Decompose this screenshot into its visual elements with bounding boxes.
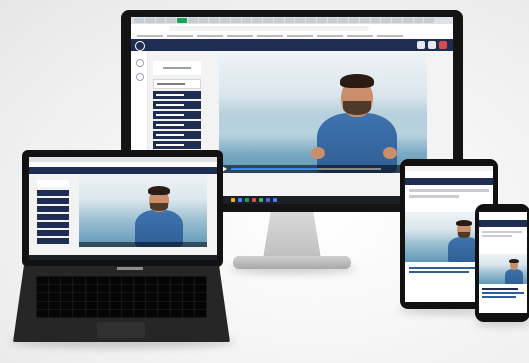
header-button[interactable] <box>417 41 425 49</box>
presenter-image <box>131 182 187 247</box>
menu-icon[interactable] <box>136 73 144 81</box>
lesson-menu <box>37 180 69 256</box>
site-header <box>131 39 453 51</box>
presenter-image <box>311 67 403 173</box>
header-button[interactable] <box>428 41 436 49</box>
os-taskbar <box>29 255 217 260</box>
lesson-item[interactable] <box>153 131 201 139</box>
lesson-item[interactable] <box>153 141 201 149</box>
lesson-item[interactable] <box>153 121 201 129</box>
video-controls[interactable] <box>79 242 207 247</box>
video-player[interactable] <box>479 254 527 284</box>
laptop-keyboard <box>36 276 207 318</box>
device-mockup-scene <box>0 0 529 363</box>
lesson-item[interactable] <box>153 91 201 99</box>
lesson-item[interactable] <box>153 111 201 119</box>
video-controls[interactable] <box>219 165 427 173</box>
site-header <box>29 167 217 174</box>
video-player[interactable] <box>79 174 207 247</box>
logo-icon[interactable] <box>135 41 145 51</box>
menu-icon[interactable] <box>136 59 144 67</box>
presenter-image <box>503 258 525 284</box>
video-progress[interactable] <box>231 168 381 170</box>
monitor-stand <box>263 212 321 258</box>
laptop-touchpad <box>97 322 145 338</box>
video-player[interactable] <box>219 53 427 173</box>
url-field[interactable] <box>169 26 369 31</box>
site-header <box>405 178 493 185</box>
laptop-screen <box>29 157 217 260</box>
lesson-item[interactable] <box>153 101 201 109</box>
phone-screen <box>479 212 527 313</box>
lesson-menu-header <box>153 61 201 75</box>
site-header <box>479 220 527 227</box>
monitor-stand-base <box>233 256 351 269</box>
laptop-brand-label <box>117 267 143 270</box>
browser-tab-strip <box>131 17 453 24</box>
header-button-red[interactable] <box>439 41 447 49</box>
lesson-item[interactable] <box>153 79 201 89</box>
browser-tabs[interactable] <box>134 18 434 23</box>
